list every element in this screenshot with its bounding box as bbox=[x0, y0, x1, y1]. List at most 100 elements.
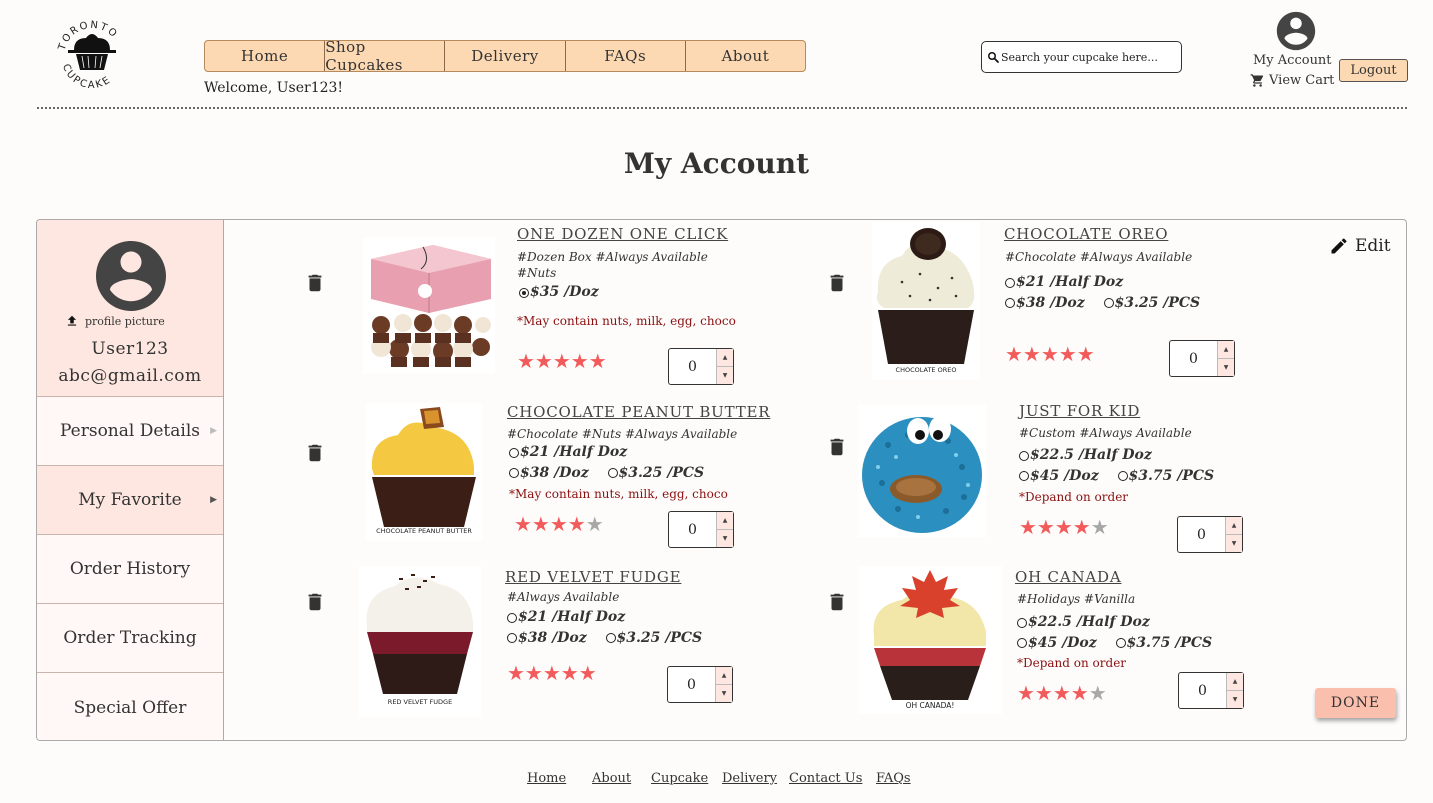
product-image: OH CANADA! bbox=[858, 566, 1002, 714]
price-option[interactable]: $21 /Half Doz bbox=[509, 443, 627, 462]
increment-button[interactable]: ▲ bbox=[1218, 341, 1234, 359]
sidebar-item-label: Order Tracking bbox=[63, 628, 197, 648]
price-option[interactable]: $22.5 /Half Doz bbox=[1017, 613, 1150, 632]
quantity-stepper[interactable]: 0 ▲ ▼ bbox=[1169, 340, 1235, 377]
decrement-button[interactable]: ▼ bbox=[716, 685, 732, 702]
profile-card: profile picture User123 abc@gmail.com bbox=[37, 220, 223, 397]
price-option[interactable]: $3.25 /PCS bbox=[1103, 294, 1200, 313]
sidebar-item-order-history[interactable]: Order History bbox=[37, 535, 223, 604]
price-option[interactable]: $38 /Doz bbox=[1005, 294, 1085, 313]
allergen-note: *May contain nuts, milk, egg, choco bbox=[509, 487, 728, 501]
product-tags: #Dozen Box #Always Available #Nuts bbox=[517, 250, 708, 280]
price-option[interactable]: $21 /Half Doz bbox=[1005, 273, 1123, 292]
decrement-button[interactable]: ▼ bbox=[1227, 691, 1243, 708]
page-title: My Account bbox=[623, 147, 810, 180]
decrement-button[interactable]: ▼ bbox=[717, 530, 733, 547]
price-label: $21 /Half Doz bbox=[518, 609, 626, 625]
price-option[interactable]: $3.75 /PCS bbox=[1117, 467, 1214, 486]
quantity-stepper[interactable]: 0 ▲ ▼ bbox=[1177, 516, 1243, 553]
caret-right-icon: ▶ bbox=[210, 426, 217, 436]
avatar-icon[interactable] bbox=[89, 234, 173, 318]
search-input[interactable] bbox=[1001, 50, 1179, 64]
radio bbox=[1017, 638, 1027, 648]
trash-icon[interactable] bbox=[304, 440, 326, 466]
order-note: *Depand on order bbox=[1019, 490, 1129, 504]
product-name[interactable]: JUST FOR KID bbox=[1019, 402, 1140, 420]
product-name[interactable]: OH CANADA bbox=[1015, 568, 1121, 586]
trash-icon[interactable] bbox=[826, 434, 848, 460]
quantity-stepper[interactable]: 0 ▲ ▼ bbox=[668, 511, 734, 548]
done-button[interactable]: DONE bbox=[1315, 688, 1396, 718]
increment-button[interactable]: ▲ bbox=[1226, 517, 1242, 535]
sidebar-item-label: Special Offer bbox=[73, 697, 187, 718]
product-options: $21 /Half Doz $38 /Doz $3.25 /PCS bbox=[507, 608, 716, 649]
quantity-stepper[interactable]: 0 ▲ ▼ bbox=[1178, 672, 1244, 709]
price-label: $22.5 /Half Doz bbox=[1028, 614, 1150, 630]
price-option[interactable]: $3.25 /PCS bbox=[605, 629, 703, 648]
product-options: $22.5 /Half Doz $45 /Doz $3.75 /PCS bbox=[1019, 446, 1228, 487]
radio bbox=[1005, 277, 1015, 288]
radio bbox=[509, 447, 519, 458]
nav-shop-cupcakes[interactable]: Shop Cupcakes bbox=[325, 41, 446, 71]
footer-link-about[interactable]: About bbox=[592, 771, 631, 786]
sidebar-item-order-tracking[interactable]: Order Tracking bbox=[37, 604, 223, 673]
price-option[interactable]: $45 /Doz bbox=[1017, 634, 1097, 653]
decrement-button[interactable]: ▼ bbox=[1218, 359, 1234, 376]
toronto-cupcake-logo[interactable]: TORONTO CUPCAKE bbox=[52, 16, 132, 96]
footer-link-delivery[interactable]: Delivery bbox=[722, 771, 777, 786]
price-option[interactable]: $45 /Doz bbox=[1019, 467, 1099, 486]
product-tags: #Chocolate #Nuts #Always Available bbox=[507, 427, 738, 441]
account-circle-icon[interactable] bbox=[1273, 8, 1319, 54]
price-label: $38 /Doz bbox=[1016, 294, 1085, 311]
price-option[interactable]: $21 /Half Doz bbox=[507, 608, 625, 627]
footer-link-contact-us[interactable]: Contact Us bbox=[789, 771, 862, 786]
sidebar-item-special-offer[interactable]: Special Offer bbox=[37, 673, 223, 740]
view-cart-link[interactable]: View Cart bbox=[1250, 73, 1334, 88]
my-account-link[interactable]: My Account bbox=[1253, 53, 1332, 68]
product-image: CHOCOLATE PEANUT BUTTER bbox=[366, 403, 482, 541]
upload-profile-picture[interactable]: profile picture bbox=[65, 313, 165, 329]
logout-button[interactable]: Logout bbox=[1339, 59, 1408, 82]
price-option[interactable]: $35 /Doz bbox=[519, 283, 599, 302]
product-name[interactable]: CHOCOLATE OREO bbox=[1004, 225, 1168, 243]
nav-faqs[interactable]: FAQs bbox=[566, 41, 686, 71]
image-caption: CHOCOLATE PEANUT BUTTER bbox=[376, 527, 472, 535]
product-tags: #Always Available bbox=[507, 590, 620, 604]
product-name[interactable]: RED VELVET FUDGE bbox=[505, 568, 681, 586]
price-option[interactable]: $38 /Doz bbox=[509, 464, 589, 483]
trash-icon[interactable] bbox=[826, 589, 848, 615]
nav-delivery[interactable]: Delivery bbox=[445, 41, 566, 71]
increment-button[interactable]: ▲ bbox=[1227, 673, 1243, 691]
sidebar-item-personal-details[interactable]: Personal Details ▶ bbox=[37, 397, 223, 466]
increment-button[interactable]: ▲ bbox=[717, 349, 733, 367]
increment-button[interactable]: ▲ bbox=[717, 512, 733, 530]
quantity-stepper[interactable]: 0 ▲ ▼ bbox=[667, 666, 733, 703]
footer-link-home[interactable]: Home bbox=[527, 771, 566, 786]
sidebar-item-my-favorite[interactable]: My Favorite ▶ bbox=[37, 466, 223, 535]
footer-link-faqs[interactable]: FAQs bbox=[876, 771, 911, 786]
decrement-button[interactable]: ▼ bbox=[1226, 535, 1242, 552]
trash-icon[interactable] bbox=[304, 589, 326, 615]
decrement-button[interactable]: ▼ bbox=[717, 367, 733, 384]
increment-button[interactable]: ▲ bbox=[716, 667, 732, 685]
trash-icon[interactable] bbox=[826, 270, 848, 296]
nav-home[interactable]: Home bbox=[205, 41, 326, 71]
price-option[interactable]: $3.75 /PCS bbox=[1115, 634, 1212, 653]
footer-link-cupcake[interactable]: Cupcake bbox=[651, 771, 708, 786]
radio bbox=[1019, 450, 1029, 461]
price-option[interactable]: $22.5 /Half Doz bbox=[1019, 446, 1152, 465]
product-name[interactable]: ONE DOZEN ONE CLICK bbox=[517, 225, 728, 243]
account-sidebar: profile picture User123 abc@gmail.com Pe… bbox=[36, 219, 224, 741]
nav-about[interactable]: About bbox=[686, 41, 805, 71]
price-option[interactable]: $38 /Doz bbox=[507, 629, 587, 648]
rating-stars: ★★★★★ bbox=[514, 512, 604, 536]
price-option[interactable]: $3.25 /PCS bbox=[607, 464, 704, 483]
edit-button[interactable]: Edit bbox=[1329, 236, 1391, 256]
product-name[interactable]: CHOCOLATE PEANUT BUTTER bbox=[507, 403, 770, 421]
price-label: $21 /Half Doz bbox=[1016, 274, 1124, 290]
radio bbox=[1019, 471, 1029, 481]
price-label: $3.25 /PCS bbox=[616, 629, 703, 646]
quantity-value: 0 bbox=[688, 358, 697, 375]
trash-icon[interactable] bbox=[304, 270, 326, 296]
quantity-stepper[interactable]: 0 ▲ ▼ bbox=[668, 348, 734, 385]
